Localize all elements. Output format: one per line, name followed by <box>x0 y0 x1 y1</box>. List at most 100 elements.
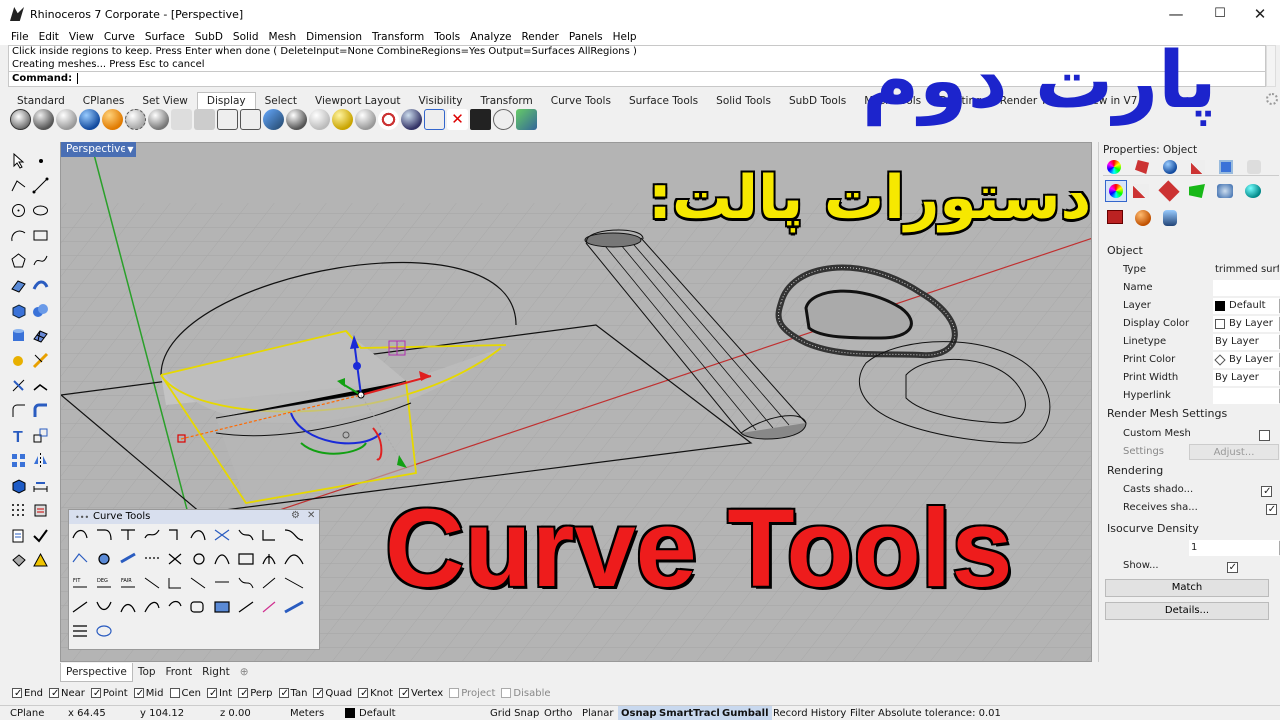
adjust-button[interactable]: Adjust... <box>1189 444 1279 460</box>
arc-icon[interactable] <box>10 227 27 244</box>
osnap-disable[interactable]: Disable <box>501 686 551 702</box>
shut-lining-icon[interactable] <box>1163 210 1177 226</box>
gold-sphere-icon[interactable] <box>332 109 353 130</box>
osnap-quad[interactable]: Quad <box>313 686 352 702</box>
thickening-icon[interactable] <box>1107 210 1123 224</box>
osnap-checkbox[interactable] <box>90 686 101 702</box>
raytraced-icon[interactable] <box>217 109 238 130</box>
menu-view[interactable]: View <box>64 30 99 44</box>
solid-box-icon[interactable] <box>10 477 27 494</box>
osnap-checkbox[interactable] <box>399 686 409 702</box>
polygon-icon[interactable] <box>10 252 27 269</box>
pen-display-icon[interactable] <box>171 109 192 130</box>
minimize-button[interactable]: — <box>1154 4 1198 26</box>
scale-icon[interactable] <box>32 427 49 444</box>
tab-visibility[interactable]: Visibility <box>410 93 472 109</box>
tab-solid-tools[interactable]: Solid Tools <box>707 93 780 109</box>
dimension-icon[interactable] <box>32 477 49 494</box>
mesh-icon[interactable] <box>32 327 49 344</box>
menu-solid[interactable]: Solid <box>228 30 264 44</box>
mirror-icon[interactable] <box>32 452 49 469</box>
menu-subd[interactable]: SubD <box>190 30 228 44</box>
trim-icon[interactable] <box>32 352 49 369</box>
osnap-checkbox[interactable] <box>133 686 144 702</box>
grid-points-icon[interactable] <box>10 502 27 519</box>
tab-standard[interactable]: Standard <box>8 93 74 109</box>
render-icon[interactable] <box>10 552 27 569</box>
palette-gear-icon[interactable]: ⚙ <box>291 510 300 521</box>
osnap-knot[interactable]: Knot <box>358 686 393 702</box>
disable-clipping-icon[interactable]: ✕ <box>447 109 468 130</box>
status-smarttrack[interactable]: SmartTrack <box>656 706 727 720</box>
boolean-icon[interactable] <box>32 302 49 319</box>
tab-cplanes[interactable]: CPlanes <box>74 93 134 109</box>
split-icon[interactable] <box>10 377 27 394</box>
camera-icon[interactable] <box>401 109 422 130</box>
ghosted-sphere-icon[interactable] <box>79 109 100 130</box>
osnap-checkbox[interactable] <box>278 686 289 702</box>
displacement-icon[interactable] <box>1217 184 1233 198</box>
shaded-sphere-icon[interactable] <box>33 109 54 130</box>
details-button[interactable]: Details... <box>1105 602 1269 620</box>
command-scrollbar[interactable] <box>1266 45 1276 87</box>
artistic-sphere-icon[interactable] <box>148 109 169 130</box>
material-icon[interactable] <box>1135 160 1149 174</box>
viewport-tab-front[interactable]: Front <box>161 663 198 681</box>
receives-shadows-checkbox[interactable] <box>1265 502 1277 518</box>
osnap-checkbox[interactable] <box>313 686 324 702</box>
boxes-icon[interactable] <box>516 109 537 130</box>
xray-sphere-icon[interactable] <box>102 109 123 130</box>
line-icon[interactable] <box>32 177 49 194</box>
status-osnap[interactable]: Osnap <box>618 706 660 720</box>
check-icon[interactable] <box>32 527 49 544</box>
decal-icon[interactable] <box>1189 184 1205 198</box>
density-field[interactable]: 1 <box>1189 540 1279 556</box>
object-properties-icon[interactable] <box>1107 160 1121 174</box>
technical-sphere-icon[interactable] <box>125 109 146 130</box>
rendered-sphere-icon[interactable] <box>56 109 77 130</box>
point-icon[interactable] <box>32 152 49 169</box>
print-width-select[interactable]: By Layer <box>1213 370 1279 386</box>
environment-icon[interactable] <box>1163 160 1177 174</box>
osnap-checkbox[interactable] <box>49 686 59 702</box>
surface-icon[interactable] <box>10 277 27 294</box>
select-arrow-icon[interactable] <box>10 152 27 169</box>
array-icon[interactable] <box>10 452 27 469</box>
status-gumball[interactable]: Gumball <box>719 706 772 720</box>
status-ortho[interactable]: Ortho <box>544 706 572 720</box>
hyperlink-field[interactable] <box>1213 388 1279 404</box>
mesh-sphere-icon[interactable] <box>286 109 307 130</box>
tab-viewport-layout[interactable]: Viewport Layout <box>306 93 409 109</box>
layout-icon[interactable] <box>263 109 284 130</box>
osnap-mid[interactable]: Mid <box>133 686 164 702</box>
menu-analyze[interactable]: Analyze <box>465 30 516 44</box>
monitor-icon[interactable] <box>470 109 491 130</box>
rendering-icon[interactable] <box>1191 160 1205 174</box>
show-checkbox[interactable] <box>1226 560 1238 576</box>
status-record-history[interactable]: Record History <box>773 706 846 720</box>
status-filter[interactable]: Filter <box>850 706 875 720</box>
viewport-tab-top[interactable]: Top <box>133 663 161 681</box>
status-units[interactable]: Meters <box>290 706 324 720</box>
light-icon[interactable] <box>32 552 49 569</box>
text-icon[interactable]: T <box>10 427 27 446</box>
osnap-end[interactable]: End <box>12 686 43 702</box>
osnap-cen[interactable]: Cen <box>169 686 201 702</box>
name-field[interactable] <box>1213 280 1280 296</box>
custom-mesh-checkbox[interactable] <box>1258 429 1270 441</box>
add-viewport-tab-icon[interactable]: ⊕ <box>235 663 254 681</box>
match-button[interactable]: Match <box>1105 579 1269 597</box>
spheres-outline-icon[interactable] <box>493 109 514 130</box>
menu-mesh[interactable]: Mesh <box>264 30 302 44</box>
menu-help[interactable]: Help <box>608 30 642 44</box>
ellipse-icon[interactable] <box>32 202 49 219</box>
paint-icon[interactable] <box>1133 184 1149 198</box>
viewport-tab-perspective[interactable]: Perspective <box>60 663 133 682</box>
tab-set-view[interactable]: Set View <box>133 93 197 109</box>
casts-shadows-checkbox[interactable] <box>1261 484 1273 500</box>
viewport-title-tab[interactable]: Perspective <box>61 142 131 157</box>
menu-transform[interactable]: Transform <box>367 30 429 44</box>
arctic-icon[interactable] <box>240 109 261 130</box>
menu-render[interactable]: Render <box>516 30 563 44</box>
osnap-tan[interactable]: Tan <box>278 686 307 702</box>
